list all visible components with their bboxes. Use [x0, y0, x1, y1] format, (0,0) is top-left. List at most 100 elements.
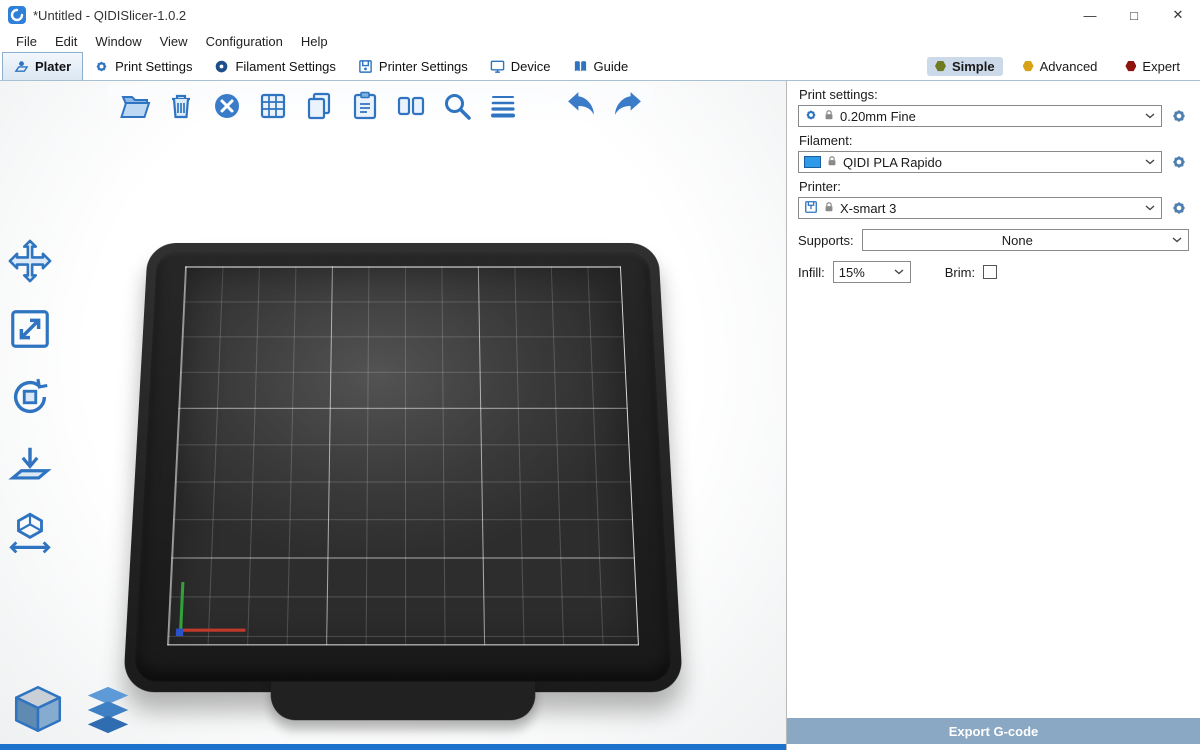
supports-value: None — [868, 233, 1167, 248]
mode-expert[interactable]: Expert — [1117, 57, 1188, 76]
menu-view[interactable]: View — [151, 34, 197, 49]
menu-file[interactable]: File — [7, 34, 46, 49]
app-logo-icon — [8, 6, 26, 24]
printer-icon — [358, 59, 373, 74]
filament-spool-icon — [214, 59, 229, 74]
tab-label: Print Settings — [115, 59, 192, 74]
tabbar: Plater Print Settings Filament Settings … — [0, 52, 1200, 81]
menu-configuration[interactable]: Configuration — [197, 34, 292, 49]
device-monitor-icon — [490, 59, 505, 74]
gear-icon — [94, 59, 109, 74]
tab-device[interactable]: Device — [479, 52, 562, 80]
print-settings-value: 0.20mm Fine — [840, 109, 1140, 124]
bed-grid — [167, 266, 639, 645]
place-on-face-icon[interactable] — [6, 441, 53, 488]
guide-book-icon — [573, 59, 588, 74]
chevron-down-icon — [1172, 237, 1182, 243]
main-toolbar — [108, 85, 654, 126]
filament-gear-button[interactable] — [1169, 152, 1189, 172]
paste-icon[interactable] — [348, 89, 381, 122]
tab-filament-settings[interactable]: Filament Settings — [203, 52, 346, 80]
split-icon[interactable] — [394, 89, 427, 122]
chevron-down-icon — [894, 269, 904, 275]
filament-label: Filament: — [799, 133, 1189, 148]
measure-icon[interactable] — [6, 509, 53, 556]
close-button[interactable]: ✕ — [1156, 0, 1200, 30]
tab-guide[interactable]: Guide — [562, 52, 640, 80]
mode-dot-icon — [935, 61, 946, 72]
print-settings-select[interactable]: 0.20mm Fine — [798, 105, 1162, 127]
supports-select[interactable]: None — [862, 229, 1189, 251]
scale-icon[interactable] — [6, 305, 53, 352]
brim-label: Brim: — [945, 265, 975, 280]
infill-value: 15% — [839, 265, 889, 280]
view-switcher — [10, 681, 136, 737]
chevron-down-icon — [1145, 113, 1155, 119]
viewport-bottom-strip — [0, 744, 786, 750]
filament-color-swatch — [804, 156, 821, 168]
app-window: *Untitled - QIDISlicer-1.0.2 — □ ✕ File … — [0, 0, 1200, 750]
3d-viewport[interactable] — [0, 81, 786, 750]
tab-plater[interactable]: Plater — [2, 52, 83, 80]
preview-layers-icon[interactable] — [80, 681, 136, 737]
delete-all-icon[interactable] — [210, 89, 243, 122]
mode-dot-icon — [1125, 61, 1136, 72]
export-gcode-button[interactable]: Export G-code — [787, 718, 1200, 744]
menu-edit[interactable]: Edit — [46, 34, 86, 49]
tab-label: Printer Settings — [379, 59, 468, 74]
infill-label: Infill: — [798, 265, 825, 280]
brim-checkbox[interactable] — [983, 265, 997, 279]
settings-sidebar: Print settings: 0.20mm Fine — [786, 81, 1200, 750]
printer-gear-button[interactable] — [1169, 198, 1189, 218]
tab-label: Filament Settings — [235, 59, 335, 74]
mode-dot-icon — [1023, 61, 1034, 72]
redo-icon[interactable] — [611, 89, 644, 122]
axis-origin-indicator — [176, 629, 184, 636]
printer-label: Printer: — [799, 179, 1189, 194]
delete-icon[interactable] — [164, 89, 197, 122]
tab-label: Device — [511, 59, 551, 74]
axis-x-indicator — [179, 629, 245, 632]
mode-label: Simple — [952, 59, 995, 74]
gear-icon — [804, 108, 818, 125]
filament-select[interactable]: QIDI PLA Rapido — [798, 151, 1162, 173]
open-icon[interactable] — [118, 89, 151, 122]
infill-select[interactable]: 15% — [833, 261, 911, 283]
rotate-icon[interactable] — [6, 373, 53, 420]
maximize-button[interactable]: □ — [1112, 0, 1156, 30]
printer-select[interactable]: X-smart 3 — [798, 197, 1162, 219]
mode-switcher: Simple Advanced Expert — [927, 52, 1200, 80]
mode-simple[interactable]: Simple — [927, 57, 1003, 76]
lock-icon — [823, 201, 835, 216]
titlebar: *Untitled - QIDISlicer-1.0.2 — □ ✕ — [0, 0, 1200, 30]
editor-3d-view-icon[interactable] — [10, 681, 66, 737]
search-icon[interactable] — [440, 89, 473, 122]
menu-window[interactable]: Window — [86, 34, 150, 49]
variable-layer-height-icon[interactable] — [486, 89, 519, 122]
printer-value: X-smart 3 — [840, 201, 1140, 216]
undo-icon[interactable] — [565, 89, 598, 122]
mode-label: Expert — [1142, 59, 1180, 74]
filament-value: QIDI PLA Rapido — [843, 155, 1140, 170]
lock-icon — [823, 109, 835, 124]
plater-icon — [14, 59, 29, 74]
tab-printer-settings[interactable]: Printer Settings — [347, 52, 479, 80]
supports-label: Supports: — [798, 233, 854, 248]
chevron-down-icon — [1145, 159, 1155, 165]
tab-label: Guide — [594, 59, 629, 74]
copy-icon[interactable] — [302, 89, 335, 122]
gizmo-toolbar — [6, 237, 53, 556]
mode-label: Advanced — [1040, 59, 1098, 74]
lock-icon — [826, 155, 838, 170]
mode-advanced[interactable]: Advanced — [1015, 57, 1106, 76]
tab-label: Plater — [35, 59, 71, 74]
minimize-button[interactable]: — — [1068, 0, 1112, 30]
menu-help[interactable]: Help — [292, 34, 337, 49]
print-settings-label: Print settings: — [799, 87, 1189, 102]
move-icon[interactable] — [6, 237, 53, 284]
print-settings-gear-button[interactable] — [1169, 106, 1189, 126]
axis-y-indicator — [179, 582, 184, 632]
tab-print-settings[interactable]: Print Settings — [83, 52, 203, 80]
arrange-icon[interactable] — [256, 89, 289, 122]
print-bed — [123, 243, 683, 692]
